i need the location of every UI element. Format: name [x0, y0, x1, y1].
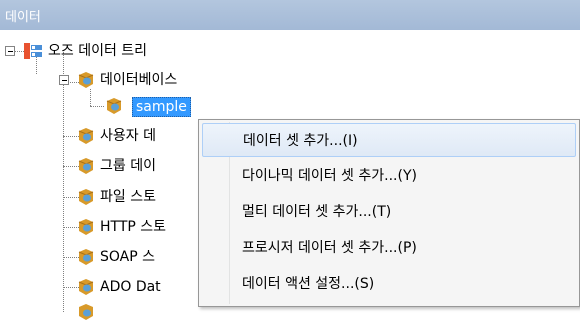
database-icon — [78, 128, 94, 144]
tree-connector — [90, 106, 104, 107]
tree-node-item[interactable]: HTTP 스토 — [76, 215, 206, 239]
tree-node-item[interactable]: 사용자 데 — [76, 124, 206, 148]
tree-node-label: 오즈 데이터 트리 — [48, 43, 148, 59]
collapse-toggle-database[interactable] — [59, 75, 69, 85]
data-panel: 데이터 오즈 데이터 트리 데이터베이스 sample 사용자 데 그룹 데이 … — [0, 0, 580, 320]
tree-node-item[interactable]: SOAP 스 — [76, 245, 206, 269]
database-icon — [78, 219, 94, 235]
tree-node-label: HTTP 스토 — [100, 219, 167, 235]
collapse-toggle-root[interactable] — [5, 46, 15, 56]
tree-node-sample[interactable]: sample — [104, 94, 224, 118]
tree-node-item[interactable]: ADO Dat — [76, 275, 206, 299]
database-icon — [79, 304, 93, 320]
menu-item-add-dynamic-dataset[interactable]: 다이나믹 데이터 셋 추가...(Y) — [202, 159, 576, 193]
tree-connector — [63, 52, 64, 312]
menu-item-add-multi-dataset[interactable]: 멀티 데이터 셋 추가...(T) — [202, 195, 576, 229]
tree-node-item[interactable]: 파일 스토 — [76, 185, 206, 209]
database-icon — [78, 189, 94, 205]
menu-item-data-action-settings[interactable]: 데이터 액션 설정...(S) — [202, 267, 576, 301]
menu-item-label: 데이터 셋 추가...(I) — [243, 133, 358, 149]
menu-item-label: 프로시저 데이터 셋 추가...(P) — [242, 240, 417, 256]
tree-node-item[interactable]: 그룹 데이 — [76, 154, 206, 178]
menu-item-add-procedure-dataset[interactable]: 프로시저 데이터 셋 추가...(P) — [202, 231, 576, 265]
tree-node-root[interactable]: 오즈 데이터 트리 — [22, 39, 242, 63]
panel-title: 데이터 — [5, 10, 41, 25]
tree-node-label: ADO Dat — [100, 279, 161, 295]
menu-item-label: 데이터 액션 설정...(S) — [242, 276, 375, 292]
context-menu: 데이터 셋 추가...(I) 다이나믹 데이터 셋 추가...(Y) 멀티 데이… — [198, 119, 580, 307]
database-icon — [106, 98, 122, 114]
tree-node-database[interactable]: 데이터베이스 — [76, 68, 276, 92]
tree-node-label: sample — [132, 97, 191, 117]
data-tree-root-icon — [24, 43, 42, 59]
menu-item-label: 멀티 데이터 셋 추가...(T) — [242, 204, 392, 220]
menu-item-label: 다이나믹 데이터 셋 추가...(Y) — [242, 168, 417, 184]
tree-node-label: 그룹 데이 — [100, 158, 156, 174]
tree-node-label: 사용자 데 — [100, 128, 156, 144]
panel-titlebar: 데이터 — [0, 0, 580, 31]
database-icon — [78, 158, 94, 174]
menu-item-add-dataset[interactable]: 데이터 셋 추가...(I) — [202, 123, 576, 157]
database-icon — [78, 279, 94, 295]
tree-node-label: 데이터베이스 — [100, 72, 178, 88]
tree-node-label: 파일 스토 — [100, 189, 156, 205]
tree-node-label: SOAP 스 — [100, 249, 156, 265]
database-icon — [78, 249, 94, 265]
database-icon — [78, 72, 94, 88]
